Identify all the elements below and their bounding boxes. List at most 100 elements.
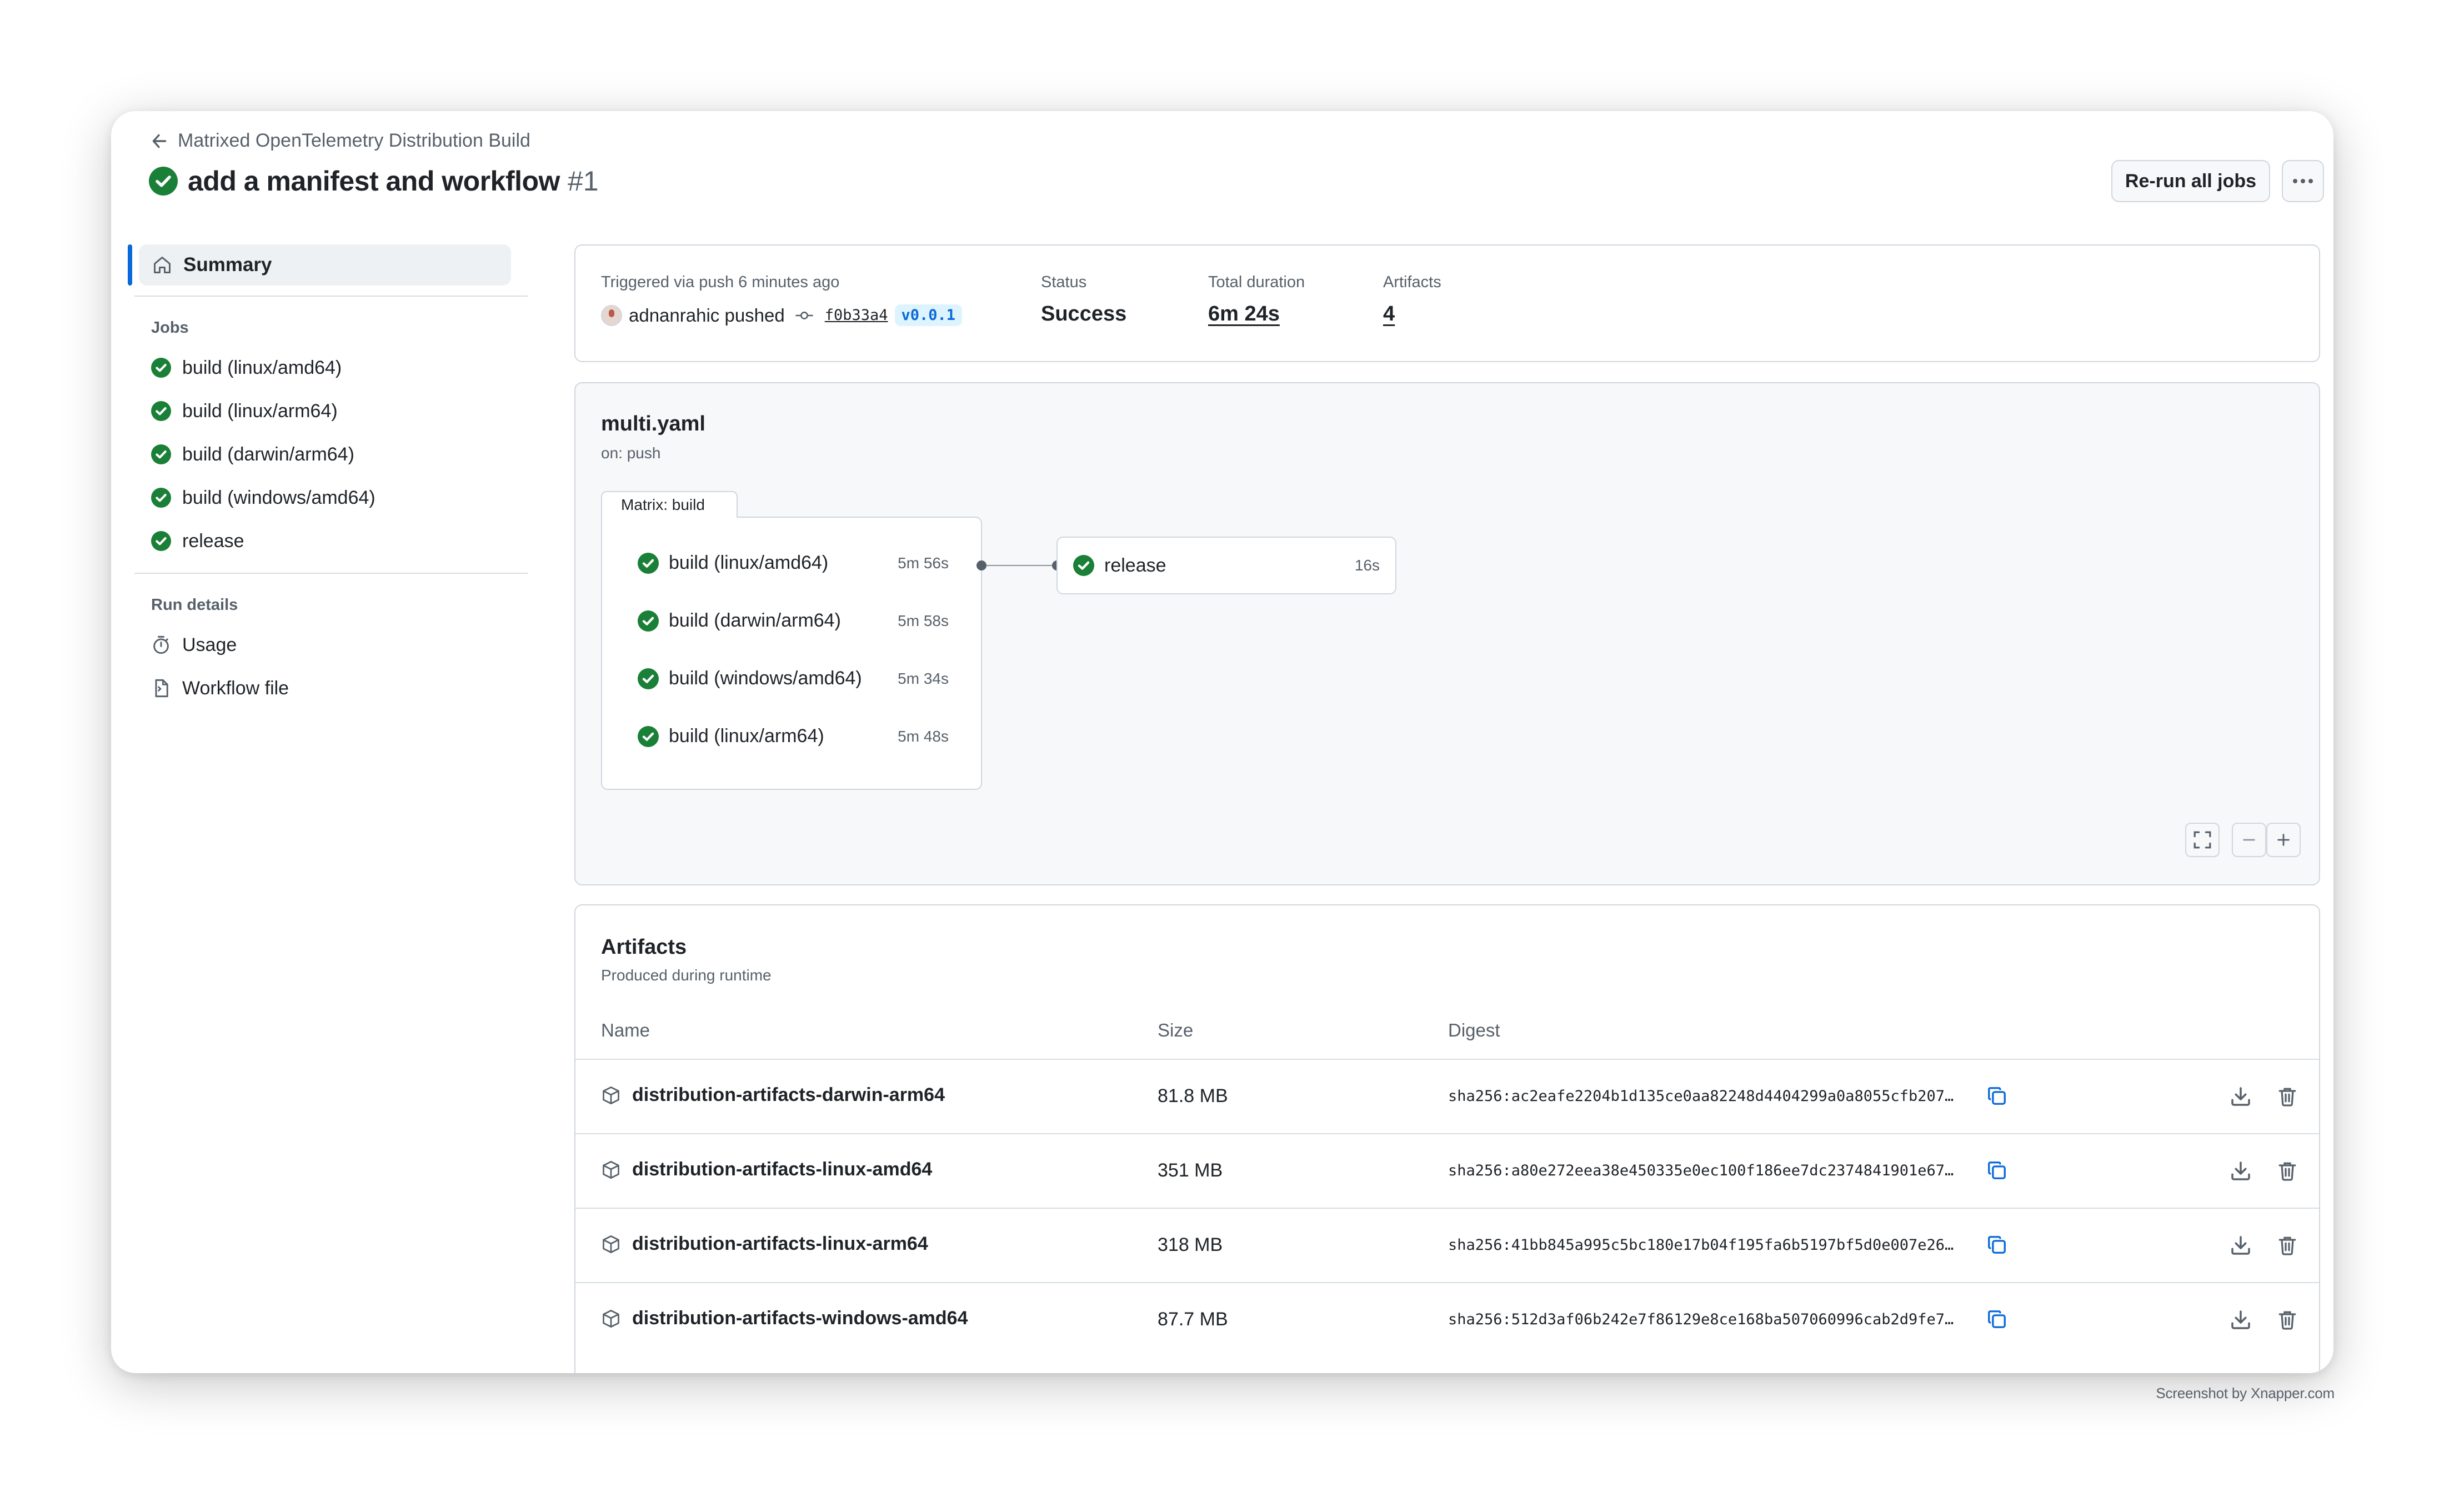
artifact-name: distribution-artifacts-linux-arm64: [632, 1233, 928, 1254]
success-check-icon: [638, 668, 659, 689]
job-duration: 5m 34s: [898, 669, 949, 687]
run-details-heading: Run details: [151, 596, 238, 614]
success-check-icon: [151, 358, 171, 378]
minus-icon: [2243, 839, 2255, 841]
connector-dot: [976, 560, 986, 570]
commit-icon: [795, 311, 813, 319]
artifact-name: distribution-artifacts-linux-amd64: [632, 1159, 933, 1180]
sidebar-job-item[interactable]: build (linux/amd64): [128, 346, 528, 389]
download-icon[interactable]: [2230, 1234, 2252, 1256]
sidebar-job-item[interactable]: release: [128, 519, 528, 563]
trash-icon[interactable]: [2276, 1234, 2298, 1256]
sidebar-job-item[interactable]: build (windows/amd64): [128, 476, 528, 519]
artifacts-subtitle: Produced during runtime: [601, 967, 772, 984]
matrix-group: build (linux/amd64) 5m 56s build (darwin…: [601, 517, 982, 790]
arrow-left-icon: [152, 134, 167, 148]
commit-link[interactable]: f0b33a4: [825, 307, 888, 324]
job-name: build (linux/amd64): [669, 552, 829, 573]
artifacts-title: Artifacts: [601, 935, 687, 959]
job-duration: 5m 58s: [898, 612, 949, 629]
success-check-icon: [638, 552, 659, 574]
artifact-size: 81.8 MB: [1158, 1085, 1228, 1107]
artifact-digest: sha256:512d3af06b242e7f86129e8ce168ba507…: [1448, 1311, 1954, 1328]
copy-icon[interactable]: [1986, 1309, 2007, 1330]
home-icon: [154, 257, 171, 273]
artifact-name-link[interactable]: distribution-artifacts-darwin-arm64: [601, 1084, 945, 1106]
fullscreen-icon: [2193, 831, 2211, 849]
artifact-name: distribution-artifacts-windows-amd64: [632, 1308, 968, 1329]
success-check-icon: [151, 531, 171, 551]
graph-connector: [982, 565, 1058, 566]
plus-icon: [2277, 834, 2290, 846]
graph-release-node[interactable]: release 16s: [1056, 537, 1396, 594]
job-name: release: [1104, 554, 1166, 576]
success-check-icon: [151, 444, 171, 464]
workflow-trigger: on: push: [601, 444, 661, 462]
artifact-name-link[interactable]: distribution-artifacts-linux-amd64: [601, 1159, 932, 1180]
job-name: build (linux/arm64): [669, 725, 824, 747]
artifact-name-link[interactable]: distribution-artifacts-windows-amd64: [601, 1308, 968, 1329]
back-link-label: Matrixed OpenTelemetry Distribution Buil…: [178, 130, 530, 151]
artifacts-count-link[interactable]: 4: [1383, 302, 1395, 326]
download-icon[interactable]: [2230, 1085, 2252, 1108]
sidebar-item-summary[interactable]: Summary: [128, 244, 511, 286]
sidebar-divider: [134, 296, 528, 297]
trash-icon[interactable]: [2276, 1309, 2298, 1331]
sidebar-job-item[interactable]: build (linux/arm64): [128, 389, 528, 433]
workflow-graph-card: multi.yaml on: push Matrix: build build …: [574, 382, 2320, 885]
artifact-digest: sha256:ac2eafe2204b1d135ce0aa82248d44042…: [1448, 1088, 1954, 1105]
download-icon[interactable]: [2230, 1309, 2252, 1331]
zoom-out-button[interactable]: [2232, 823, 2266, 857]
rerun-all-jobs-button[interactable]: Re-run all jobs: [2111, 160, 2270, 202]
sidebar-item-usage[interactable]: Usage: [128, 623, 528, 667]
job-name: build (windows/amd64): [669, 668, 862, 689]
tag-badge[interactable]: v0.0.1: [894, 304, 963, 326]
trigger-details: adnanrahic pushed f0b33a4 v0.0.1: [601, 304, 963, 326]
job-label: build (linux/arm64): [182, 400, 338, 422]
artifacts-card: Artifacts Produced during runtime Name S…: [574, 904, 2320, 1373]
success-check-icon: [151, 488, 171, 508]
job-duration: 5m 48s: [898, 727, 949, 745]
trash-icon[interactable]: [2276, 1160, 2298, 1182]
job-label: build (windows/amd64): [182, 487, 375, 508]
package-icon: [603, 1160, 619, 1179]
success-check-icon: [1073, 555, 1094, 576]
page-title: add a manifest and workflow: [188, 166, 560, 197]
graph-job-node[interactable]: build (windows/amd64) 5m 34s: [638, 668, 949, 689]
sidebar-item-workflow-file[interactable]: Workflow file: [128, 667, 528, 710]
copy-icon[interactable]: [1986, 1085, 2007, 1107]
fullscreen-button[interactable]: [2185, 823, 2220, 857]
back-link[interactable]: Matrixed OpenTelemetry Distribution Buil…: [150, 130, 530, 152]
job-label: release: [182, 530, 244, 552]
avatar[interactable]: [601, 304, 622, 326]
job-label: build (linux/amd64): [182, 357, 342, 378]
graph-job-node[interactable]: build (linux/arm64) 5m 48s: [638, 725, 949, 747]
graph-job-node[interactable]: build (darwin/arm64) 5m 58s: [638, 610, 949, 632]
job-duration: 16s: [1354, 557, 1380, 574]
success-check-icon: [151, 401, 171, 421]
job-name: build (darwin/arm64): [669, 610, 841, 631]
trash-icon[interactable]: [2276, 1085, 2298, 1108]
duration-link[interactable]: 6m 24s: [1208, 302, 1280, 326]
artifact-name-link[interactable]: distribution-artifacts-linux-arm64: [601, 1233, 928, 1255]
package-icon: [603, 1235, 619, 1253]
artifact-size: 318 MB: [1158, 1234, 1223, 1255]
graph-job-node[interactable]: build (linux/amd64) 5m 56s: [638, 552, 949, 574]
table-row: distribution-artifacts-linux-arm64 318 M…: [575, 1208, 2319, 1282]
run-number: #1: [567, 166, 599, 197]
more-options-button[interactable]: [2282, 160, 2324, 202]
workflow-name: multi.yaml: [601, 412, 705, 435]
trigger-text: Triggered via push 6 minutes ago: [601, 273, 840, 291]
sidebar-item-label: Workflow file: [182, 677, 289, 699]
stopwatch-icon: [153, 635, 169, 654]
download-icon[interactable]: [2230, 1160, 2252, 1182]
table-row: distribution-artifacts-darwin-arm64 81.8…: [575, 1059, 2319, 1133]
copy-icon[interactable]: [1986, 1234, 2007, 1255]
sidebar-job-item[interactable]: build (darwin/arm64): [128, 433, 528, 476]
copy-icon[interactable]: [1986, 1160, 2007, 1181]
zoom-in-button[interactable]: [2266, 823, 2301, 857]
table-row: distribution-artifacts-windows-amd64 87.…: [575, 1282, 2319, 1356]
jobs-heading: Jobs: [151, 319, 189, 337]
artifacts-label: Artifacts: [1383, 273, 1441, 291]
duration-label: Total duration: [1208, 273, 1305, 291]
